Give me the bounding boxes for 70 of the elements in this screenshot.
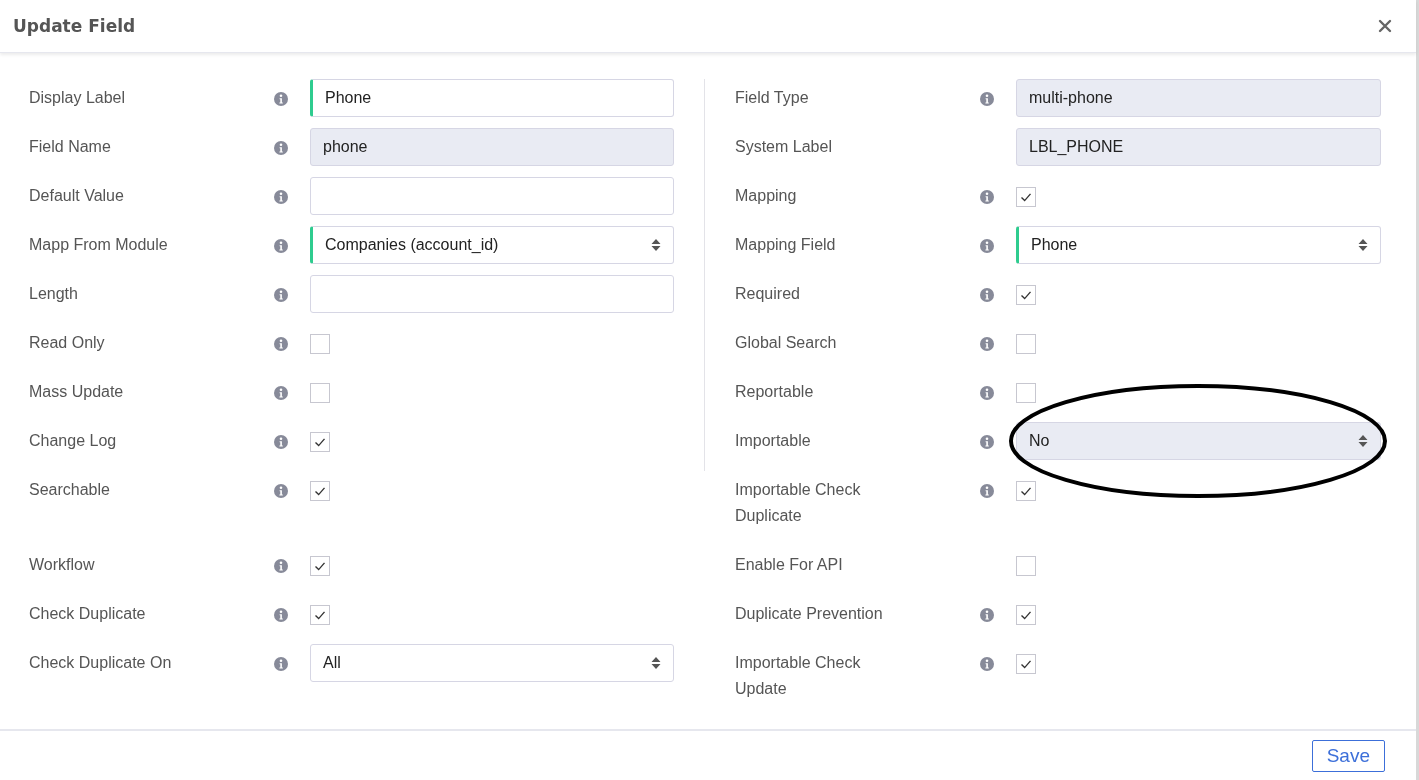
info-icon[interactable] <box>274 239 288 253</box>
info-icon[interactable] <box>274 190 288 204</box>
checkbox[interactable] <box>310 432 330 452</box>
info-icon[interactable] <box>274 657 288 671</box>
info-icon[interactable] <box>274 92 288 106</box>
info-icon[interactable] <box>274 484 288 498</box>
field-label: Importable <box>735 431 811 451</box>
info-icon[interactable] <box>274 435 288 449</box>
field-label: Searchable <box>29 480 110 500</box>
info-icon[interactable] <box>980 288 994 302</box>
checkbox[interactable] <box>1016 383 1036 403</box>
checkbox[interactable] <box>1016 605 1036 625</box>
sort-caret-icon <box>1358 434 1368 448</box>
info-icon[interactable] <box>980 337 994 351</box>
sort-caret-icon <box>651 238 661 252</box>
select-dropdown[interactable]: All <box>310 644 674 682</box>
dialog-title: Update Field <box>13 16 136 36</box>
text-field[interactable] <box>310 177 674 215</box>
select-dropdown[interactable]: Companies (account_id) <box>310 226 674 264</box>
info-icon[interactable] <box>980 239 994 253</box>
field-label: Field Name <box>29 137 111 157</box>
field-label: System Label <box>735 137 832 157</box>
info-icon[interactable] <box>274 559 288 573</box>
text-field[interactable] <box>310 275 674 313</box>
checkbox[interactable] <box>310 383 330 403</box>
info-icon[interactable] <box>274 337 288 351</box>
select-dropdown[interactable]: Phone <box>1016 226 1381 264</box>
info-icon[interactable] <box>274 608 288 622</box>
info-icon[interactable] <box>980 608 994 622</box>
field-label: Field Type <box>735 88 809 108</box>
field-label: Check Duplicate <box>29 604 146 624</box>
field-label: Check Duplicate On <box>29 653 172 673</box>
checkbox[interactable] <box>1016 334 1036 354</box>
checkbox[interactable] <box>310 605 330 625</box>
field-label: Enable For API <box>735 555 843 575</box>
info-icon[interactable] <box>274 386 288 400</box>
field-label: Change Log <box>29 431 117 451</box>
checkbox[interactable] <box>1016 187 1036 207</box>
field-label: Mass Update <box>29 382 124 402</box>
checkbox[interactable] <box>310 334 330 354</box>
sort-caret-icon <box>1358 238 1368 252</box>
field-label: Length <box>29 284 78 304</box>
field-label: Mapp From Module <box>29 235 168 255</box>
info-icon[interactable] <box>980 484 994 498</box>
field-label: Reportable <box>735 382 814 402</box>
checkbox[interactable] <box>1016 481 1036 501</box>
field-label: Importable Check Duplicate <box>735 480 862 526</box>
checkbox[interactable] <box>1016 285 1036 305</box>
checkbox[interactable] <box>310 481 330 501</box>
info-icon[interactable] <box>980 386 994 400</box>
checkbox[interactable] <box>1016 654 1036 674</box>
checkbox[interactable] <box>1016 556 1036 576</box>
field-label: Display Label <box>29 88 126 108</box>
field-label: Global Search <box>735 333 837 353</box>
info-icon[interactable] <box>980 657 994 671</box>
field-label: Duplicate Prevention <box>735 604 883 624</box>
field-label: Mapping <box>735 186 797 206</box>
sort-caret-icon <box>651 656 661 670</box>
close-icon[interactable] <box>1378 19 1392 33</box>
text-field[interactable]: Phone <box>310 79 674 117</box>
info-icon[interactable] <box>980 190 994 204</box>
field-label: Workflow <box>29 555 95 575</box>
field-label: Mapping Field <box>735 235 836 255</box>
checkbox[interactable] <box>310 556 330 576</box>
field-label: Required <box>735 284 800 304</box>
field-label: Importable Check Update <box>735 653 862 699</box>
field-label: Read Only <box>29 333 105 353</box>
field-label: Default Value <box>29 186 124 206</box>
save-button[interactable]: Save <box>1311 739 1385 772</box>
info-icon[interactable] <box>274 288 288 302</box>
